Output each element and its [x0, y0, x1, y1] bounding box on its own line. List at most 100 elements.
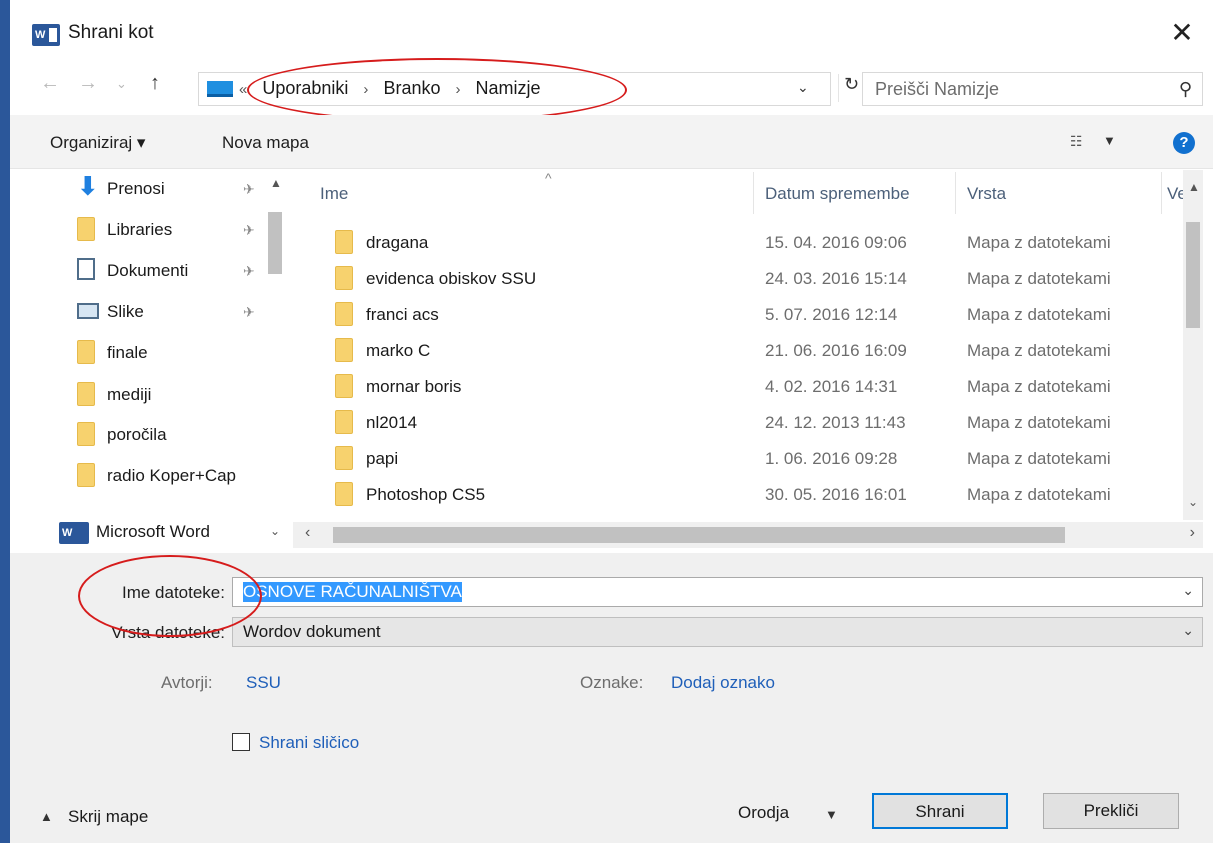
nav-item-label: finale [107, 343, 148, 362]
row-date: 24. 12. 2013 11:43 [765, 413, 906, 432]
search-box[interactable]: Preišči Namizje ⚲ [862, 72, 1203, 106]
search-input[interactable]: Preišči Namizje [875, 79, 999, 100]
row-type: Mapa z datotekami [967, 233, 1111, 252]
up-arrow-icon[interactable]: ↑ [150, 72, 160, 95]
column-divider[interactable] [1161, 172, 1162, 214]
scroll-right-icon[interactable]: › [1190, 524, 1195, 542]
file-list-vertical-scrollbar[interactable]: ▲ ⌄ [1183, 170, 1203, 520]
row-date: 1. 06. 2016 09:28 [765, 449, 898, 468]
pin-icon[interactable]: ✈ [243, 181, 255, 198]
scroll-up-icon[interactable]: ▲ [1188, 180, 1200, 194]
hide-folders-button[interactable]: Skrij mape [68, 807, 148, 827]
nav-item-label: Slike [107, 302, 144, 321]
desktop-icon [207, 81, 233, 97]
view-dropdown-icon[interactable]: ▼ [1103, 133, 1116, 148]
filename-input[interactable]: OSNOVE RAČUNALNIŠTVA ⌄ [232, 577, 1203, 607]
nav-item-finale[interactable]: finale [77, 338, 277, 370]
folder-icon [77, 382, 95, 406]
view-options-icon[interactable]: ☷ [1070, 133, 1083, 150]
column-header-type[interactable]: Vrsta [967, 184, 1006, 204]
column-header-date[interactable]: Datum spremembe [765, 184, 910, 204]
row-name: Photoshop CS5 [366, 485, 486, 504]
nav-item-label: Dokumenti [107, 261, 189, 280]
nav-item-mediji[interactable]: mediji [77, 380, 277, 412]
tags-field[interactable]: Dodaj oznako [671, 673, 775, 693]
pin-icon[interactable]: ✈ [243, 222, 255, 239]
folder-icon [335, 482, 353, 506]
filename-value[interactable]: OSNOVE RAČUNALNIŠTVA [243, 582, 462, 602]
column-divider[interactable] [955, 172, 956, 214]
row-name: nl2014 [366, 413, 418, 432]
pin-icon[interactable]: ✈ [243, 263, 255, 280]
column-header-row: ^ Ime Datum spremembe Vrsta Ve [293, 170, 1193, 214]
table-row[interactable]: mornar boris 4. 02. 2016 14:31 Mapa z da… [293, 368, 1193, 404]
nav-item-microsoft-word[interactable]: Microsoft Word [66, 517, 256, 549]
row-name: franci acs [366, 305, 439, 324]
table-row[interactable]: papi 1. 06. 2016 09:28 Mapa z datotekami [293, 440, 1193, 476]
table-row[interactable]: marko C 21. 06. 2016 16:09 Mapa z datote… [293, 332, 1193, 368]
row-date: 24. 03. 2016 15:14 [765, 269, 907, 288]
scrollbar-thumb[interactable] [333, 527, 1065, 543]
sort-ascending-icon: ^ [545, 170, 552, 186]
nav-item-radio-koper-cap[interactable]: radio Koper+Cap [77, 461, 264, 493]
back-arrow-icon[interactable]: ← [40, 72, 60, 95]
scroll-down-icon[interactable]: ⌄ [1188, 495, 1198, 509]
row-name: marko C [366, 341, 431, 360]
toolbar: Organiziraj ▾ Nova mapa ☷ ▼ ? [10, 115, 1213, 169]
scrollbar-thumb[interactable] [1186, 222, 1200, 328]
scroll-up-icon[interactable]: ▲ [270, 176, 282, 190]
table-row[interactable]: evidenca obiskov SSU 24. 03. 2016 15:14 … [293, 260, 1193, 296]
save-button[interactable]: Shrani [872, 793, 1008, 829]
nav-item-porocila[interactable]: poročila [77, 420, 277, 452]
folder-icon [77, 463, 95, 487]
folder-icon [335, 302, 353, 326]
close-icon[interactable]: ✕ [1165, 16, 1199, 50]
pin-icon[interactable]: ✈ [243, 304, 255, 321]
search-icon[interactable]: ⚲ [1179, 79, 1192, 100]
filetype-select[interactable]: Wordov dokument ⌄ [232, 617, 1203, 647]
scrollbar-thumb[interactable] [268, 212, 282, 274]
row-type: Mapa z datotekami [967, 413, 1111, 432]
tools-menu-button[interactable]: Orodja [738, 803, 789, 823]
folder-icon [77, 217, 95, 241]
save-thumbnail-checkbox[interactable] [232, 733, 250, 751]
folder-icon [335, 266, 353, 290]
cancel-button[interactable]: Prekliči [1043, 793, 1179, 829]
nav-item-label: Microsoft Word [96, 522, 210, 541]
table-row[interactable]: Photoshop CS5 30. 05. 2016 16:01 Mapa z … [293, 476, 1193, 512]
new-folder-button[interactable]: Nova mapa [222, 133, 309, 153]
organize-menu-button[interactable]: Organiziraj ▾ [50, 133, 145, 153]
help-icon[interactable]: ? [1173, 132, 1195, 154]
address-dropdown-chevron-icon[interactable]: ⌄ [797, 79, 809, 96]
table-row[interactable]: dragana 15. 04. 2016 09:06 Mapa z datote… [293, 224, 1193, 260]
scroll-down-icon[interactable]: ⌄ [270, 524, 280, 538]
row-date: 21. 06. 2016 16:09 [765, 341, 907, 360]
pictures-icon [77, 303, 99, 319]
chevron-up-icon[interactable]: ▲ [40, 809, 53, 824]
folder-icon [77, 422, 95, 446]
forward-arrow-icon[interactable]: → [78, 72, 98, 95]
folder-icon [77, 340, 95, 364]
column-header-name[interactable]: Ime [320, 184, 348, 204]
recent-locations-chevron-icon[interactable]: ⌄ [116, 76, 127, 92]
nav-pane-scrollbar[interactable]: ▲ ⌄ [266, 170, 284, 553]
authors-field[interactable]: SSU [246, 673, 281, 693]
nav-item-label: mediji [107, 385, 152, 404]
row-type: Mapa z datotekami [967, 485, 1111, 504]
row-type: Mapa z datotekami [967, 341, 1111, 360]
document-icon [77, 258, 95, 280]
table-row[interactable]: nl2014 24. 12. 2013 11:43 Mapa z datotek… [293, 404, 1193, 440]
chevron-down-icon[interactable]: ⌄ [1182, 622, 1194, 639]
chevron-down-icon[interactable]: ⌄ [1182, 582, 1194, 599]
column-divider[interactable] [753, 172, 754, 214]
scroll-left-icon[interactable]: ‹ [305, 524, 310, 542]
save-thumbnail-label[interactable]: Shrani sličico [259, 733, 359, 753]
filetype-value: Wordov dokument [243, 622, 381, 641]
file-list-horizontal-scrollbar[interactable]: ‹ › [293, 522, 1203, 548]
table-row[interactable]: franci acs 5. 07. 2016 12:14 Mapa z dato… [293, 296, 1193, 332]
row-name: dragana [366, 233, 429, 252]
tools-dropdown-icon[interactable]: ▼ [825, 807, 838, 822]
refresh-icon[interactable]: ↻ [838, 74, 864, 102]
row-name: mornar boris [366, 377, 462, 396]
authors-label: Avtorji: [161, 673, 213, 692]
